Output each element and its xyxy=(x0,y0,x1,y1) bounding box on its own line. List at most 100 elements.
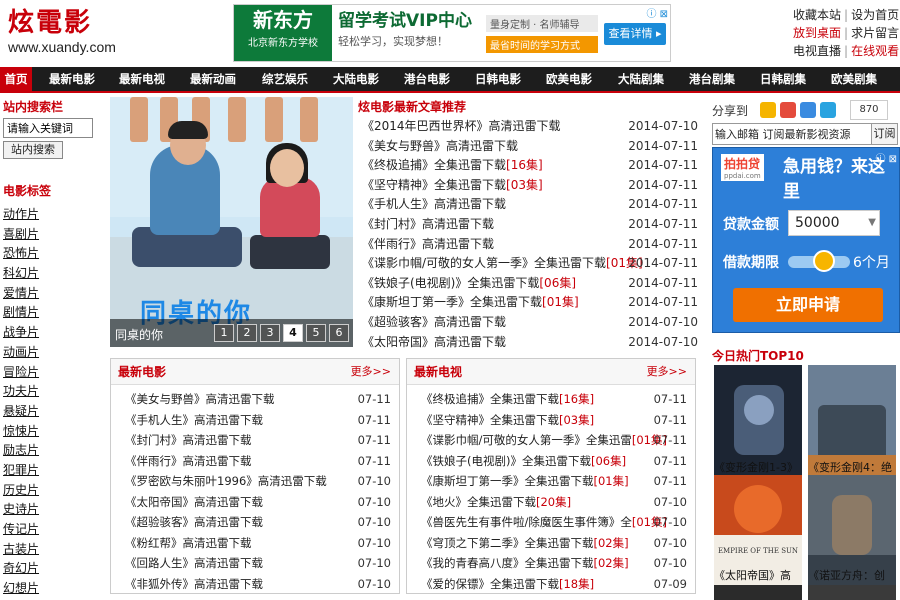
sidebar-tag-link[interactable]: 古装片 xyxy=(3,540,100,560)
sidebar-tag-link[interactable]: 动画片 xyxy=(3,343,100,363)
list-item[interactable]: 《伴雨行》高清迅雷下载 07-11 xyxy=(111,451,399,472)
list-item[interactable]: 《坚守精神》全集迅雷下载[03集] 07-11 xyxy=(407,410,695,431)
item-link[interactable]: 《太阳帝国》高清迅雷下载 xyxy=(125,492,263,513)
poster-caption[interactable]: 《变形金刚1-3》 xyxy=(714,459,798,475)
sidebar-tag-link[interactable]: 犯罪片 xyxy=(3,461,100,481)
item-link[interactable]: 《美女与野兽》高清迅雷下载 xyxy=(125,389,275,410)
more-link[interactable]: 更多>> xyxy=(351,363,391,379)
sidebar-tag-link[interactable]: 奇幻片 xyxy=(3,559,100,579)
poster-caption[interactable]: 《诺亚方舟：创 xyxy=(808,567,885,583)
slide-page-button[interactable]: 4 xyxy=(283,324,303,342)
item-link[interactable]: 《终极追捕》全集迅雷下载[16集] xyxy=(421,389,594,410)
sidebar-tag-link[interactable]: 传记片 xyxy=(3,520,100,540)
article-link[interactable]: 《手机人生》高清迅雷下载 xyxy=(362,195,506,215)
slider-handle[interactable] xyxy=(813,250,835,272)
article-link[interactable]: 《谍影巾帼/可敬的女人第一季》全集迅雷下载[01集] xyxy=(362,254,643,274)
request-link[interactable]: 求片留言 xyxy=(851,26,899,40)
sidebar-tag-link[interactable]: 史诗片 xyxy=(3,500,100,520)
poster-caption[interactable]: 《变形金刚4：绝 xyxy=(808,459,892,475)
article-link[interactable]: 《终极追捕》全集迅雷下载[16集] xyxy=(362,156,543,176)
article-link[interactable]: 《封门村》高清迅雷下载 xyxy=(362,215,494,235)
list-item[interactable]: 《爱的保镖》全集迅雷下载[18集] 07-09 xyxy=(407,574,695,595)
item-link[interactable]: 《超验骇客》高清迅雷下载 xyxy=(125,512,263,533)
sidebar-tag-link[interactable]: 惊悚片 xyxy=(3,422,100,442)
article-row[interactable]: 《手机人生》高清迅雷下载 2014-07-11 xyxy=(358,195,698,215)
list-item[interactable]: 《回路人生》高清迅雷下载 07-10 xyxy=(111,553,399,574)
article-row[interactable]: 《伴雨行》高清迅雷下载 2014-07-11 xyxy=(358,235,698,255)
article-row[interactable]: 《太阳帝国》高清迅雷下载 2014-07-10 xyxy=(358,333,698,353)
list-item[interactable]: 《兽医先生有事件啦/除魔医生事件簿》全[01集] 07-10 xyxy=(407,512,695,533)
item-link[interactable]: 《铁娘子(电视剧)》全集迅雷下载[06集] xyxy=(421,451,626,472)
item-link[interactable]: 《我的青春高八度》全集迅雷下载[02集] xyxy=(421,553,629,574)
nav-item-mainland-movies[interactable]: 大陆电影 xyxy=(324,67,388,91)
sidebar-tag-link[interactable]: 爱情片 xyxy=(3,284,100,304)
nav-item-western-movies[interactable]: 欧美电影 xyxy=(537,67,601,91)
nav-item-mainland-series[interactable]: 大陆剧集 xyxy=(609,67,673,91)
search-input[interactable] xyxy=(3,118,93,138)
article-link[interactable]: 《坚守精神》全集迅雷下载[03集] xyxy=(362,176,543,196)
article-row[interactable]: 《谍影巾帼/可敬的女人第一季》全集迅雷下载[01集] 2014-07-11 xyxy=(358,254,698,274)
item-link[interactable]: 《手机人生》高清迅雷下载 xyxy=(125,410,263,431)
item-link[interactable]: 《康斯坦丁第一季》全集迅雷下载[01集] xyxy=(421,471,629,492)
list-item[interactable]: 《穹顶之下第二季》全集迅雷下载[02集] 07-10 xyxy=(407,533,695,554)
article-link[interactable]: 《伴雨行》高清迅雷下载 xyxy=(362,235,494,255)
nav-item-variety[interactable]: 综艺娱乐 xyxy=(253,67,317,91)
list-item[interactable]: 《地火》全集迅雷下载[20集] 07-10 xyxy=(407,492,695,513)
nav-item-hktw-movies[interactable]: 港台电影 xyxy=(395,67,459,91)
xdf-ad-details-button[interactable]: 查看详情 ▸ xyxy=(604,23,666,45)
article-link[interactable]: 《铁娘子(电视剧)》全集迅雷下载[06集] xyxy=(362,274,576,294)
site-logo[interactable]: 炫電影 www.xuandy.com xyxy=(8,8,118,58)
item-link[interactable]: 《谍影巾帼/可敬的女人第一季》全集迅雷[01集] xyxy=(421,430,667,451)
sidebar-tag-link[interactable]: 励志片 xyxy=(3,441,100,461)
item-link[interactable]: 《兽医先生有事件啦/除魔医生事件簿》全[01集] xyxy=(421,512,667,533)
item-link[interactable]: 《穹顶之下第二季》全集迅雷下载[02集] xyxy=(421,533,629,554)
item-link[interactable]: 《粉红帮》高清迅雷下载 xyxy=(125,533,252,554)
poster-next[interactable] xyxy=(714,585,802,600)
featured-slideshow[interactable]: 同桌的你 同桌的你 123456 xyxy=(110,97,353,347)
list-item[interactable]: 《手机人生》高清迅雷下载 07-11 xyxy=(111,410,399,431)
nav-item-western-series[interactable]: 欧美剧集 xyxy=(822,67,886,91)
nav-item-latest-movies[interactable]: 最新电影 xyxy=(40,67,104,91)
list-item[interactable]: 《超验骇客》高清迅雷下载 07-10 xyxy=(111,512,399,533)
nav-item-hktw-series[interactable]: 港台剧集 xyxy=(680,67,744,91)
item-link[interactable]: 《罗密欧与朱丽叶1996》高清迅雷下载 xyxy=(125,471,327,492)
list-item[interactable]: 《谍影巾帼/可敬的女人第一季》全集迅雷[01集] 07-11 xyxy=(407,430,695,451)
subscribe-button[interactable]: 订阅 xyxy=(871,124,897,144)
nav-item-jpkr-movies[interactable]: 日韩电影 xyxy=(466,67,530,91)
article-link[interactable]: 《2014年巴西世界杯》高清迅雷下载 xyxy=(362,117,561,137)
article-row[interactable]: 《铁娘子(电视剧)》全集迅雷下载[06集] 2014-07-11 xyxy=(358,274,698,294)
ppdai-loan-ad[interactable]: 拍拍贷 ppdai.com 急用钱？来这里 ⓘ ⊠ 贷款金额 50000 ▼ 借款期… xyxy=(712,147,900,333)
sidebar-tag-link[interactable]: 喜剧片 xyxy=(3,225,100,245)
article-row[interactable]: 《美女与野兽》高清迅雷下载 2014-07-11 xyxy=(358,137,698,157)
nav-item-home[interactable]: 首页 xyxy=(0,67,32,91)
slide-caption[interactable]: 同桌的你 xyxy=(115,326,163,343)
sidebar-tag-link[interactable]: 战争片 xyxy=(3,323,100,343)
list-item[interactable]: 《终极追捕》全集迅雷下载[16集] 07-11 xyxy=(407,389,695,410)
ad-close-icon[interactable]: ⓘ ⊠ xyxy=(646,5,668,20)
sidebar-tag-link[interactable]: 剧情片 xyxy=(3,303,100,323)
online-watch-link[interactable]: 在线观看 xyxy=(851,44,899,58)
subscribe-input[interactable]: 输入邮箱 订阅最新影视资源 xyxy=(715,126,851,142)
article-row[interactable]: 《终极追捕》全集迅雷下载[16集] 2014-07-11 xyxy=(358,156,698,176)
item-link[interactable]: 《地火》全集迅雷下载[20集] xyxy=(421,492,571,513)
more-link[interactable]: 更多>> xyxy=(647,363,687,379)
sidebar-tag-link[interactable]: 幻想片 xyxy=(3,579,100,599)
tencent-weibo-icon[interactable] xyxy=(820,102,836,118)
ad-close-icon[interactable]: ⓘ ⊠ xyxy=(875,150,897,165)
renren-icon[interactable] xyxy=(800,102,816,118)
sidebar-tag-link[interactable]: 动作片 xyxy=(3,205,100,225)
article-link[interactable]: 《美女与野兽》高清迅雷下载 xyxy=(362,137,518,157)
item-link[interactable]: 《封门村》高清迅雷下载 xyxy=(125,430,252,451)
desktop-link[interactable]: 放到桌面 xyxy=(793,26,841,40)
item-link[interactable]: 《回路人生》高清迅雷下载 xyxy=(125,553,263,574)
favorite-link[interactable]: 收藏本站 xyxy=(793,8,841,22)
poster-next[interactable] xyxy=(808,585,896,600)
item-link[interactable]: 《坚守精神》全集迅雷下载[03集] xyxy=(421,410,594,431)
poster-caption[interactable]: 《太阳帝国》高 xyxy=(714,567,791,583)
article-link[interactable]: 《太阳帝国》高清迅雷下载 xyxy=(362,333,506,353)
tv-live-link[interactable]: 电视直播 xyxy=(793,44,841,58)
slide-page-button[interactable]: 3 xyxy=(260,324,280,342)
slide-page-button[interactable]: 2 xyxy=(237,324,257,342)
article-row[interactable]: 《封门村》高清迅雷下载 2014-07-11 xyxy=(358,215,698,235)
list-item[interactable]: 《康斯坦丁第一季》全集迅雷下载[01集] 07-11 xyxy=(407,471,695,492)
